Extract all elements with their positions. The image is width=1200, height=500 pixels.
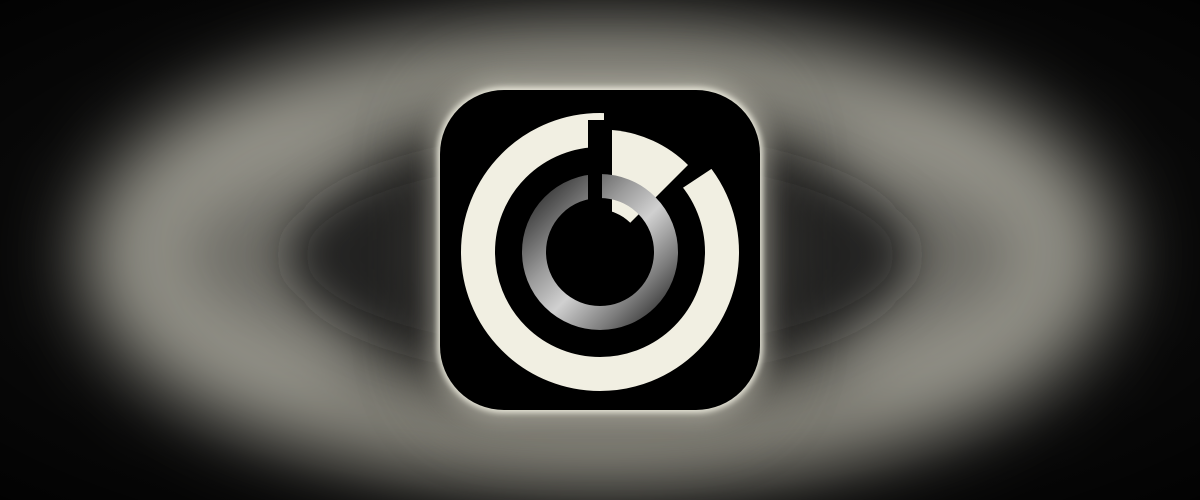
- timer-app-icon[interactable]: [440, 90, 760, 410]
- timer-hand: [588, 126, 602, 252]
- timer-icon: [461, 113, 739, 391]
- banner-stage: [0, 0, 1200, 500]
